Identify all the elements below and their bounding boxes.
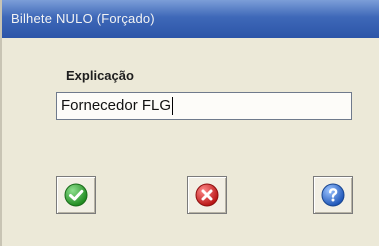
explanation-label: Explicação [66, 68, 134, 83]
explanation-input[interactable]: Fornecedor FLG [56, 92, 352, 120]
help-button[interactable] [313, 176, 353, 214]
ok-button[interactable] [56, 176, 96, 214]
cancel-button[interactable] [187, 176, 227, 214]
title-bar[interactable]: Bilhete NULO (Forçado) [2, 0, 379, 38]
dialog-window: Bilhete NULO (Forçado) Explicação Fornec… [0, 0, 379, 246]
window-title: Bilhete NULO (Forçado) [11, 11, 155, 26]
green-check-icon [64, 183, 88, 207]
explanation-input-value: Fornecedor FLG [61, 97, 172, 114]
blue-question-icon [321, 183, 345, 207]
text-caret [172, 97, 174, 116]
red-x-icon [195, 183, 219, 207]
